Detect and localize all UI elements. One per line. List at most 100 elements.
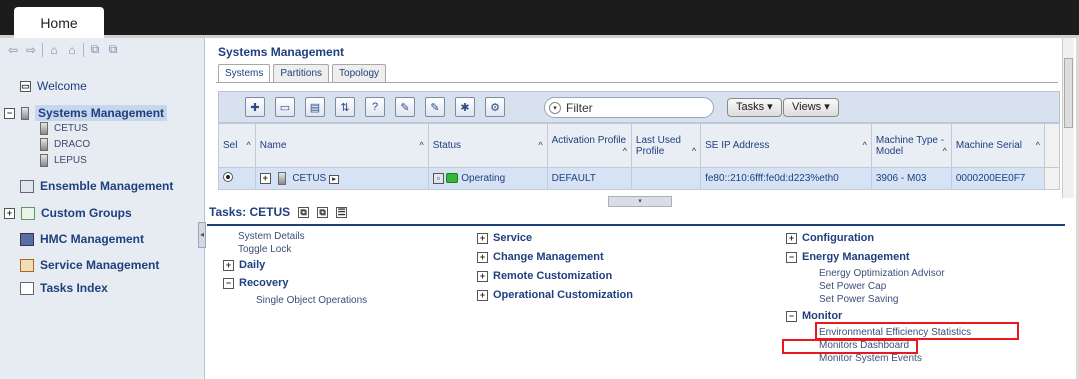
collapse-icon[interactable]: − [786, 310, 797, 322]
nav-item-welcome[interactable]: ▭ Welcome [20, 79, 87, 93]
system-name-link[interactable]: CETUS [292, 173, 326, 184]
table-row[interactable]: + CETUS ▸ ▫ Operating DEFAULT fe80::210:… [218, 167, 1061, 190]
home-icon[interactable]: ⌂ [47, 43, 61, 57]
nav-item-custom-groups[interactable]: + Custom Groups [4, 206, 132, 220]
column-header-sel[interactable]: Sel ^ [218, 123, 256, 168]
expand-all-icon[interactable]: ⧉ [88, 42, 102, 57]
edit-column-icon[interactable]: ✎ [395, 97, 415, 117]
tab-topology[interactable]: Topology [332, 64, 387, 82]
task-set-power-saving[interactable]: Set Power Saving [819, 294, 899, 305]
nav-item-tasks-index[interactable]: Tasks Index [20, 281, 108, 295]
clear-filter-icon[interactable]: ✎ [425, 97, 445, 117]
task-group-configuration[interactable]: + Configuration [786, 232, 874, 244]
deselect-all-icon[interactable]: ▭ [275, 97, 295, 117]
task-group-energy-management[interactable]: − Energy Management [786, 251, 910, 263]
task-layout-icon[interactable]: ☰ [336, 206, 348, 218]
task-group-operational-customization[interactable]: + Operational Customization [477, 289, 633, 301]
expand-icon[interactable]: + [477, 232, 488, 244]
nav-item-systems-management[interactable]: − Systems Management [4, 105, 168, 121]
nav-item-service-management[interactable]: Service Management [20, 258, 159, 272]
filter-dropdown-icon[interactable]: ▾ [549, 101, 561, 114]
group-label: Service [493, 232, 533, 244]
task-group-remote-customization[interactable]: + Remote Customization [477, 270, 612, 282]
column-header-last-used-profile[interactable]: Last Used Profile ^ [630, 123, 702, 168]
pane-vertical-scrollbar[interactable] [1062, 38, 1074, 198]
task-monitor-system-events[interactable]: Monitor System Events [819, 353, 922, 364]
row-name-cell[interactable]: + CETUS ▸ [254, 167, 429, 190]
collapse-all-tasks-icon[interactable]: ⧉ [317, 206, 329, 218]
back-icon[interactable]: ⇦ [6, 43, 20, 57]
tasks-menu-button[interactable]: Tasks ▾ [727, 98, 782, 117]
task-energy-optimization-advisor[interactable]: Energy Optimization Advisor [819, 268, 945, 279]
expand-row-icon[interactable]: + [259, 173, 271, 184]
column-header-se-ip-address[interactable]: SE IP Address ^ [700, 123, 872, 168]
filter-input[interactable]: ▾ Filter [544, 97, 714, 118]
table-scrollbar[interactable] [1043, 167, 1061, 190]
system-label: DRACO [54, 139, 91, 150]
expand-icon[interactable]: + [477, 251, 488, 263]
clear-sort-icon[interactable]: ? [365, 97, 385, 117]
row-select-cell[interactable] [218, 167, 256, 190]
collapse-icon[interactable]: − [223, 277, 234, 289]
expand-icon[interactable]: + [223, 259, 234, 271]
nav-system-lepus[interactable]: LEPUS [40, 154, 87, 167]
highlight-env-efficiency [815, 322, 1019, 340]
column-header-machine-serial[interactable]: Machine Serial ^ [950, 123, 1045, 168]
configure-columns-icon[interactable]: ✱ [455, 97, 475, 117]
nav-item-ensemble-management[interactable]: Ensemble Management [20, 179, 173, 193]
edit-sort-icon[interactable]: ⇅ [335, 97, 355, 117]
expand-icon[interactable]: + [786, 232, 797, 244]
details-icon[interactable]: ▫ [432, 173, 444, 184]
group-label: Daily [239, 259, 266, 271]
group-label: Change Management [493, 251, 604, 263]
forward-icon[interactable]: ⇨ [24, 43, 38, 57]
home-tab[interactable]: Home [14, 7, 104, 38]
nav-collapse-handle[interactable]: ◂ [198, 222, 206, 248]
splitter-handle[interactable]: ▾ [608, 196, 672, 207]
expand-icon[interactable]: + [477, 289, 488, 301]
tasks-index-icon [20, 281, 34, 295]
column-header-name[interactable]: Name ^ [254, 123, 429, 168]
group-label: Recovery [239, 277, 289, 289]
collapse-icon[interactable]: − [786, 251, 797, 263]
nav-system-draco[interactable]: DRACO [40, 138, 90, 151]
tab-systems[interactable]: Systems [218, 64, 271, 82]
column-header-machine-type[interactable]: Machine Type - Model ^ [870, 123, 952, 168]
column-header-activation-profile[interactable]: Activation Profile ^ [546, 123, 632, 168]
expand-icon[interactable]: + [477, 270, 488, 282]
table-toolbar: ✚ ▭ ▤ ⇅ ? ✎ ✎ ✱ ⚙ ▾ Filter Tasks ▾ Views… [218, 91, 1060, 123]
expand-toggle-icon[interactable]: + [4, 207, 15, 219]
home-settings-icon[interactable]: ⌂ [65, 43, 79, 57]
row-machine-serial: 0000200EE0F7 [950, 167, 1045, 190]
nav-item-hmc-management[interactable]: HMC Management [20, 232, 144, 246]
show-filter-row-icon[interactable]: ▤ [305, 97, 325, 117]
select-all-icon[interactable]: ✚ [245, 97, 265, 117]
system-label: CETUS [54, 123, 88, 134]
collapse-all-icon[interactable]: ⧉ [106, 42, 120, 57]
task-single-object-operations[interactable]: Single Object Operations [256, 295, 367, 306]
page-title: Systems Management [218, 45, 345, 59]
scrollbar-thumb[interactable] [1064, 58, 1073, 128]
task-toggle-lock[interactable]: Toggle Lock [238, 244, 291, 255]
task-group-service[interactable]: + Service [477, 232, 532, 244]
task-system-details[interactable]: System Details [238, 231, 305, 242]
views-menu-button[interactable]: Views ▾ [783, 98, 839, 117]
tab-partitions[interactable]: Partitions [273, 64, 330, 82]
task-group-recovery[interactable]: − Recovery [223, 277, 289, 289]
nav-item-label: Systems Management [35, 105, 168, 121]
context-menu-icon[interactable]: ▸ [329, 175, 339, 185]
expand-all-tasks-icon[interactable]: ⧉ [298, 206, 310, 218]
nav-system-cetus[interactable]: CETUS [40, 122, 88, 135]
column-header-status[interactable]: Status ^ [427, 123, 548, 168]
table-scroll-corner [1043, 123, 1061, 168]
task-group-daily[interactable]: + Daily [223, 259, 265, 271]
tasks-divider [207, 224, 1065, 226]
table-settings-icon[interactable]: ⚙ [485, 97, 505, 117]
row-select-radio[interactable] [223, 172, 233, 182]
task-group-change-management[interactable]: + Change Management [477, 251, 604, 263]
row-machine-model: 3906 - M03 [870, 167, 952, 190]
toolbar-separator [42, 42, 43, 57]
task-group-monitor[interactable]: − Monitor [786, 310, 842, 322]
collapse-toggle-icon[interactable]: − [4, 107, 15, 119]
task-set-power-cap[interactable]: Set Power Cap [819, 281, 886, 292]
